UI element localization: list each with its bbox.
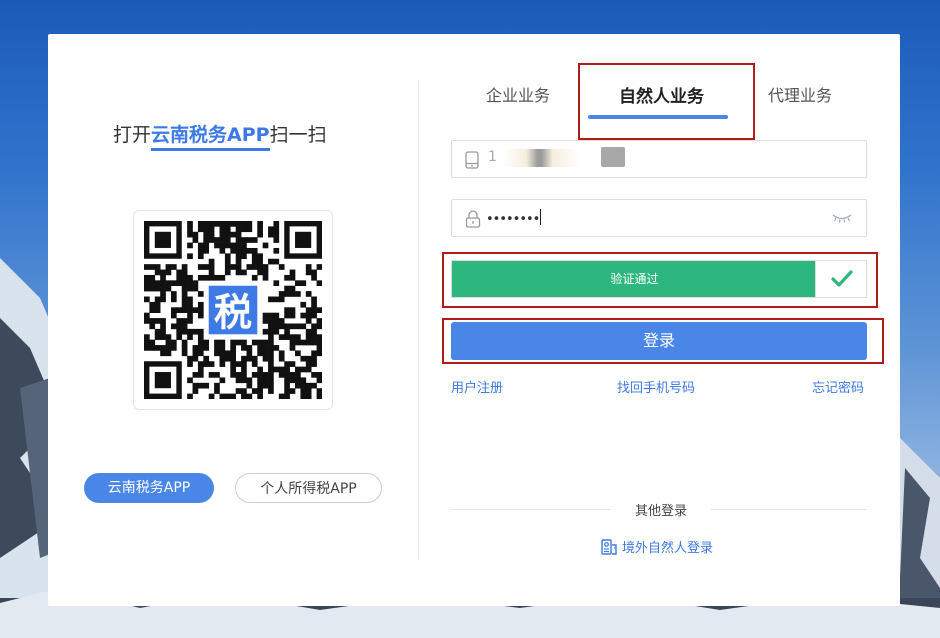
phone-input[interactable]: 1 <box>451 140 867 178</box>
redacted-phone-blur <box>504 149 579 167</box>
scan-prefix: 打开 <box>113 124 152 146</box>
password-value: •••••••• <box>486 212 540 227</box>
other-login-divider-right <box>711 509 867 510</box>
tab-enterprise[interactable]: 企业业务 <box>486 82 550 106</box>
scan-title: 打开云南税务APP扫一扫 <box>113 120 353 151</box>
other-login-title: 其他登录 <box>616 500 706 519</box>
redacted-phone-block <box>601 147 625 167</box>
qr-code-image: 税 <box>144 221 322 399</box>
active-tab-indicator <box>588 115 728 119</box>
hide-password-icon[interactable] <box>832 213 852 223</box>
text-caret <box>540 209 542 225</box>
qr-code: 税 <box>133 210 333 410</box>
overseas-login-link[interactable]: 境外自然人登录 <box>601 537 713 556</box>
check-icon <box>831 270 853 287</box>
lock-icon <box>465 210 481 228</box>
register-link[interactable]: 用户注册 <box>451 377 503 396</box>
scan-app-name: 云南税务APP <box>151 124 270 151</box>
tab-natural-person[interactable]: 自然人业务 <box>619 82 704 107</box>
panel-divider <box>418 80 419 560</box>
overseas-login-label: 境外自然人登录 <box>622 541 714 556</box>
yunnan-tax-app-button[interactable]: 云南税务APP <box>84 473 214 503</box>
phone-icon <box>465 151 479 169</box>
captcha-handle[interactable] <box>815 261 866 297</box>
tab-agent[interactable]: 代理业务 <box>768 82 832 106</box>
captcha-success-bar: 验证通过 <box>452 261 817 297</box>
phone-value: 1 <box>488 149 497 165</box>
login-card: 打开云南税务APP扫一扫 税 云南税务APP 个人所得税APP 企业业务 自然人… <box>48 34 900 606</box>
other-login-divider-left <box>451 509 611 510</box>
captcha-slider[interactable]: 验证通过 <box>451 260 867 298</box>
login-button[interactable]: 登录 <box>451 322 867 360</box>
forgot-password-link[interactable]: 忘记密码 <box>812 377 864 396</box>
scan-suffix: 扫一扫 <box>269 124 327 146</box>
qr-center-logo: 税 <box>214 291 252 335</box>
id-card-icon <box>601 539 617 555</box>
password-input[interactable]: •••••••• <box>451 199 867 237</box>
recover-phone-link[interactable]: 找回手机号码 <box>617 377 695 396</box>
personal-income-tax-app-button[interactable]: 个人所得税APP <box>235 473 382 503</box>
